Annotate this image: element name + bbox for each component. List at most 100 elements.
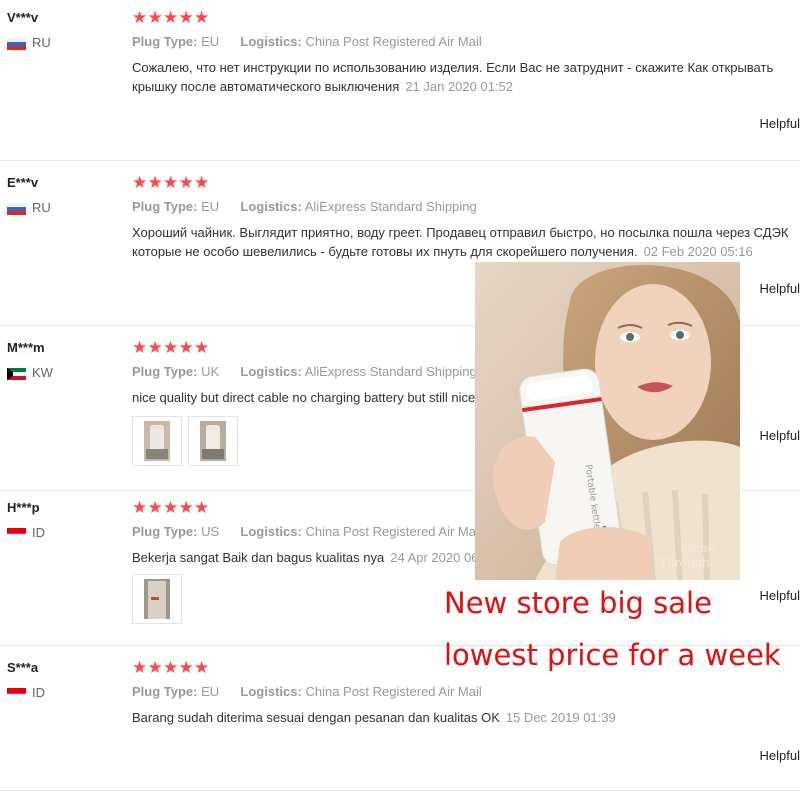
helpful-button[interactable]: Helpful (760, 748, 800, 763)
review-photo-thumbnail[interactable] (132, 574, 182, 624)
star-icon: ★ (194, 173, 210, 192)
logistics-label: Logistics: (240, 364, 302, 379)
logistics-label: Logistics: (240, 524, 302, 539)
promo-headline: New store big sale (444, 586, 712, 620)
plug-type-value: EU (201, 34, 220, 49)
star-rating: ★★★★★ (132, 658, 210, 678)
review-date: 21 Jan 2020 01:52 (405, 79, 514, 94)
logistics-value: China Post Registered Air Mail (305, 684, 482, 699)
helpful-button[interactable]: Helpful (760, 116, 800, 131)
promo-product-photo: Portable kettle Break Through (475, 262, 740, 580)
review-date: 02 Feb 2020 05:16 (643, 244, 753, 259)
plug-type-label: Plug Type: (132, 684, 198, 699)
star-icon: ★ (194, 658, 210, 677)
star-rating: ★★★★★ (132, 498, 210, 518)
logistics-value: China Post Registered Air Mail (305, 524, 482, 539)
logistics-label: Logistics: (240, 684, 302, 699)
country-code: ID (32, 685, 45, 700)
logistics-value: AliExpress Standard Shipping (304, 199, 477, 214)
kuwait-flag-icon (7, 367, 26, 380)
review-text: Barang sudah diterima sesuai dengan pesa… (132, 708, 800, 727)
plug-type-value: US (201, 524, 220, 539)
star-icon: ★ (163, 8, 179, 27)
plug-type-label: Plug Type: (132, 364, 198, 379)
reviewer-name: V***v (7, 10, 39, 25)
star-icon: ★ (132, 498, 148, 517)
svg-text:Break: Break (680, 541, 715, 555)
reviewer-country: RU (7, 35, 51, 50)
helpful-button[interactable]: Helpful (760, 281, 800, 296)
star-icon: ★ (147, 338, 163, 357)
plug-type-value: UK (201, 364, 220, 379)
star-icon: ★ (147, 8, 163, 27)
reviewer-name: S***a (7, 660, 39, 675)
reviewer-name: M***m (7, 340, 45, 355)
star-icon: ★ (132, 173, 148, 192)
plug-type-value: EU (201, 684, 220, 699)
star-icon: ★ (147, 173, 163, 192)
russia-flag-icon (7, 202, 26, 215)
star-icon: ★ (163, 498, 179, 517)
star-icon: ★ (178, 173, 194, 192)
reviewer-country: RU (7, 200, 51, 215)
star-icon: ★ (132, 338, 148, 357)
indonesia-flag-icon (6, 527, 27, 540)
star-icon: ★ (194, 8, 210, 27)
review-photos (132, 574, 182, 624)
review-body: nice quality but direct cable no chargin… (132, 390, 517, 405)
star-rating: ★★★★★ (132, 338, 210, 358)
review-date: 15 Dec 2019 01:39 (505, 710, 616, 725)
plug-type-label: Plug Type: (132, 34, 198, 49)
star-icon: ★ (163, 173, 179, 192)
plug-type-label: Plug Type: (132, 524, 198, 539)
star-icon: ★ (194, 338, 210, 357)
helpful-button[interactable]: Helpful (760, 588, 800, 603)
reviewer-country: ID (6, 525, 45, 540)
reviewer-country: KW (7, 365, 53, 380)
reviewer-country: ID (6, 685, 45, 700)
review-meta: Plug Type: EU Logistics: AliExpress Stan… (132, 199, 477, 214)
review-text: Хороший чайник. Выглядит приятно, воду г… (132, 223, 800, 261)
star-icon: ★ (178, 658, 194, 677)
review-photo-thumbnail[interactable] (132, 416, 182, 466)
review-text: Сожалею, что нет инструкции по использов… (132, 58, 800, 96)
country-code: KW (32, 365, 53, 380)
star-icon: ★ (194, 498, 210, 517)
promo-subheadline: lowest price for a week (444, 638, 781, 672)
plug-type-label: Plug Type: (132, 199, 198, 214)
country-code: RU (32, 200, 51, 215)
star-icon: ★ (132, 658, 148, 677)
star-icon: ★ (147, 498, 163, 517)
review-meta: Plug Type: EU Logistics: China Post Regi… (132, 34, 482, 49)
star-icon: ★ (132, 8, 148, 27)
plug-type-value: EU (201, 199, 220, 214)
country-code: ID (32, 525, 45, 540)
logistics-label: Logistics: (240, 34, 302, 49)
review-item: V***v RU ★★★★★ Plug Type: EU Logistics: … (0, 0, 800, 161)
review-body: Bekerja sangat Baik dan bagus kualitas n… (132, 550, 385, 565)
review-photo-thumbnail[interactable] (188, 416, 238, 466)
indonesia-flag-icon (6, 687, 27, 700)
logistics-value: China Post Registered Air Mail (305, 34, 482, 49)
reviewer-name: H***p (7, 500, 40, 515)
country-code: RU (32, 35, 51, 50)
review-meta: Plug Type: US Logistics: China Post Regi… (132, 524, 482, 539)
logistics-value: AliExpress Standard Shipping (304, 364, 477, 379)
star-icon: ★ (163, 658, 179, 677)
review-photos (132, 416, 238, 466)
star-icon: ★ (178, 498, 194, 517)
star-icon: ★ (178, 8, 194, 27)
star-icon: ★ (163, 338, 179, 357)
logistics-label: Logistics: (240, 199, 302, 214)
star-icon: ★ (147, 658, 163, 677)
review-meta: Plug Type: UK Logistics: AliExpress Stan… (132, 364, 477, 379)
review-body: Barang sudah diterima sesuai dengan pesa… (132, 710, 500, 725)
helpful-button[interactable]: Helpful (760, 428, 800, 443)
star-rating: ★★★★★ (132, 173, 210, 193)
star-icon: ★ (178, 338, 194, 357)
review-date: 24 Apr 2020 06: (390, 550, 483, 565)
russia-flag-icon (7, 37, 26, 50)
reviewer-name: E***v (7, 175, 39, 190)
star-rating: ★★★★★ (132, 8, 210, 28)
review-meta: Plug Type: EU Logistics: China Post Regi… (132, 684, 482, 699)
